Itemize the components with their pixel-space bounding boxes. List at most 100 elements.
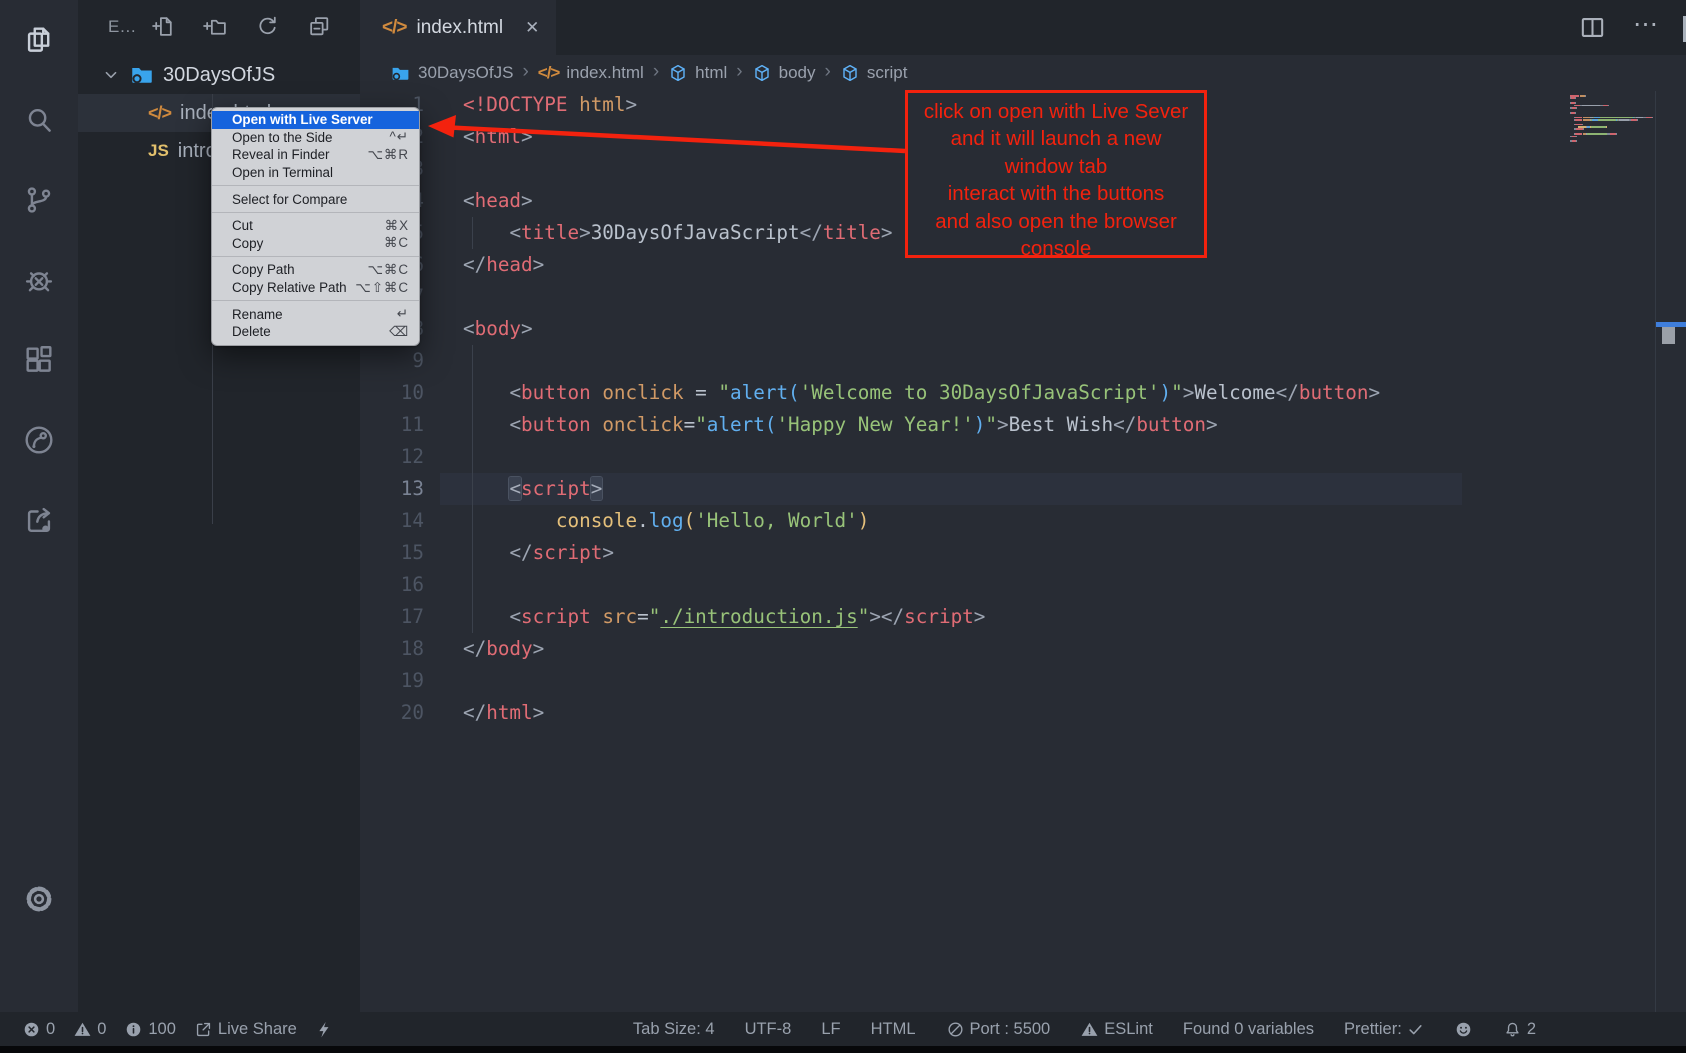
git-branch-icon — [22, 183, 56, 217]
editor-actions: ⋯ — [1578, 0, 1686, 55]
menu-item-copy-path[interactable]: Copy Path⌥⌘C — [212, 261, 419, 279]
circle-info-icon — [124, 1020, 143, 1039]
menu-item-copy-relative-path[interactable]: Copy Relative Path⌥⇧⌘C — [212, 279, 419, 297]
bug-icon — [22, 263, 56, 297]
circle-x-icon — [22, 1020, 41, 1039]
code-line-7[interactable]: 7 — [360, 281, 1686, 313]
breadcrumb-script[interactable]: script — [840, 63, 908, 83]
status-language-mode[interactable]: HTML — [871, 1020, 916, 1039]
breadcrumb-label: html — [695, 63, 727, 83]
code-line-17[interactable]: 17 <script src="./introduction.js"></scr… — [360, 601, 1686, 633]
scrollbar-divider — [1655, 91, 1656, 1012]
annotation-line: and it will launch a new — [908, 125, 1204, 152]
menu-item-reveal-in-finder[interactable]: Reveal in Finder⌥⌘R — [212, 146, 419, 164]
activity-item-search[interactable] — [0, 80, 78, 160]
status-label: ESLint — [1104, 1020, 1153, 1039]
menu-item-rename[interactable]: Rename↵ — [212, 305, 419, 323]
code-line-10[interactable]: 10 <button onclick = "alert('Welcome to … — [360, 377, 1686, 409]
refresh-explorer-button[interactable] — [255, 14, 280, 39]
status-notifications[interactable]: 2 — [1503, 1020, 1536, 1039]
scrollbar-thumb[interactable] — [1662, 327, 1675, 344]
breadcrumb-body[interactable]: body — [752, 63, 816, 83]
status-prettier[interactable]: Prettier: — [1344, 1020, 1424, 1039]
activity-item-source-control[interactable] — [0, 160, 78, 240]
menu-item-shortcut: ⌥⌘R — [368, 147, 410, 163]
split-editor-icon[interactable] — [1578, 13, 1607, 42]
line-number: 18 — [360, 633, 424, 665]
menu-item-copy[interactable]: Copy⌘C — [212, 235, 419, 253]
minimap[interactable] — [1570, 95, 1654, 143]
code-line-20[interactable]: 20</html> — [360, 697, 1686, 729]
settings-button[interactable] — [0, 860, 78, 938]
menu-item-shortcut: ↵ — [397, 306, 409, 322]
line-content — [424, 573, 463, 596]
code-line-19[interactable]: 19 — [360, 665, 1686, 697]
new-folder-button[interactable] — [203, 14, 228, 39]
status-warnings[interactable]: 0 — [73, 1020, 106, 1039]
code-line-18[interactable]: 18</body> — [360, 633, 1686, 665]
status-port[interactable]: Port : 5500 — [946, 1020, 1051, 1039]
status-label: 0 — [97, 1020, 106, 1039]
breadcrumb-separator: › — [825, 61, 831, 85]
menu-item-cut[interactable]: Cut⌘X — [212, 217, 419, 235]
check-icon — [1407, 1021, 1424, 1038]
new-file-button[interactable] — [151, 14, 176, 39]
code-line-13[interactable]: 13 <script> — [360, 473, 1686, 505]
indent-guide — [472, 345, 473, 633]
status-errors[interactable]: 0 — [22, 1020, 55, 1039]
menu-item-label: Cut — [232, 218, 253, 233]
line-content — [424, 669, 463, 692]
code-line-8[interactable]: 8<body> — [360, 313, 1686, 345]
menu-item-open-with-live-server[interactable]: Open with Live Server — [212, 111, 419, 129]
status-live-share[interactable]: Live Share — [194, 1020, 297, 1039]
status-eol[interactable]: LF — [821, 1020, 840, 1039]
bolt-icon — [315, 1020, 334, 1039]
status-left-group: 0 0 100 Live Share — [22, 1012, 334, 1046]
status-variables[interactable]: Found 0 variables — [1183, 1020, 1314, 1039]
status-feedback-bolt[interactable] — [315, 1020, 334, 1039]
gear-icon — [21, 881, 57, 917]
breadcrumb-30daysofjs[interactable]: 30DaysOfJS — [390, 63, 513, 84]
bell-icon — [1503, 1020, 1522, 1039]
line-content: <head> — [424, 189, 533, 212]
breadcrumb-html[interactable]: html — [668, 63, 727, 83]
status-label: UTF-8 — [745, 1020, 792, 1039]
line-number: 10 — [360, 377, 424, 409]
activity-item-extensions[interactable] — [0, 320, 78, 400]
menu-item-select-for-compare[interactable]: Select for Compare — [212, 190, 419, 208]
code-line-14[interactable]: 14 console.log('Hello, World') — [360, 505, 1686, 537]
status-info[interactable]: 100 — [124, 1020, 176, 1039]
tab-index-html[interactable]: </> index.html ✕ — [360, 0, 556, 55]
menu-item-delete[interactable]: Delete⌫ — [212, 323, 419, 341]
breadcrumbs: 30DaysOfJS›</>index.html›html›body›scrip… — [360, 55, 1686, 91]
code-line-12[interactable]: 12 — [360, 441, 1686, 473]
new-folder-icon — [203, 14, 228, 39]
status-label: LF — [821, 1020, 840, 1039]
activity-item-live-share[interactable] — [0, 400, 78, 480]
line-content — [424, 445, 463, 468]
folder-icon — [390, 63, 411, 84]
code-line-15[interactable]: 15 </script> — [360, 537, 1686, 569]
status-feedback-smiley[interactable] — [1454, 1020, 1473, 1039]
collapse-folders-button[interactable] — [307, 14, 332, 39]
code-line-16[interactable]: 16 — [360, 569, 1686, 601]
status-tab-size[interactable]: Tab Size: 4 — [633, 1020, 715, 1039]
slash-circle-icon — [946, 1020, 965, 1039]
breadcrumb-index-html[interactable]: </>index.html — [538, 63, 644, 83]
code-line-9[interactable]: 9 — [360, 345, 1686, 377]
more-actions-icon[interactable]: ⋯ — [1633, 24, 1660, 32]
tree-root-folder[interactable]: 30DaysOfJS — [78, 56, 360, 94]
activity-item-share[interactable] — [0, 480, 78, 560]
annotation-line: console — [908, 235, 1204, 262]
code-line-11[interactable]: 11 <button onclick="alert('Happy New Yea… — [360, 409, 1686, 441]
menu-item-label: Open with Live Server — [232, 112, 373, 127]
status-eslint[interactable]: ESLint — [1080, 1020, 1153, 1039]
cube-icon — [840, 63, 860, 83]
status-label: 0 — [46, 1020, 55, 1039]
menu-item-open-to-the-side[interactable]: Open to the Side^↵ — [212, 129, 419, 147]
menu-item-open-in-terminal[interactable]: Open in Terminal — [212, 164, 419, 182]
activity-item-run-debug[interactable] — [0, 240, 78, 320]
status-encoding[interactable]: UTF-8 — [745, 1020, 792, 1039]
tab-close-icon[interactable]: ✕ — [525, 18, 539, 38]
activity-item-explorer[interactable] — [0, 0, 78, 80]
